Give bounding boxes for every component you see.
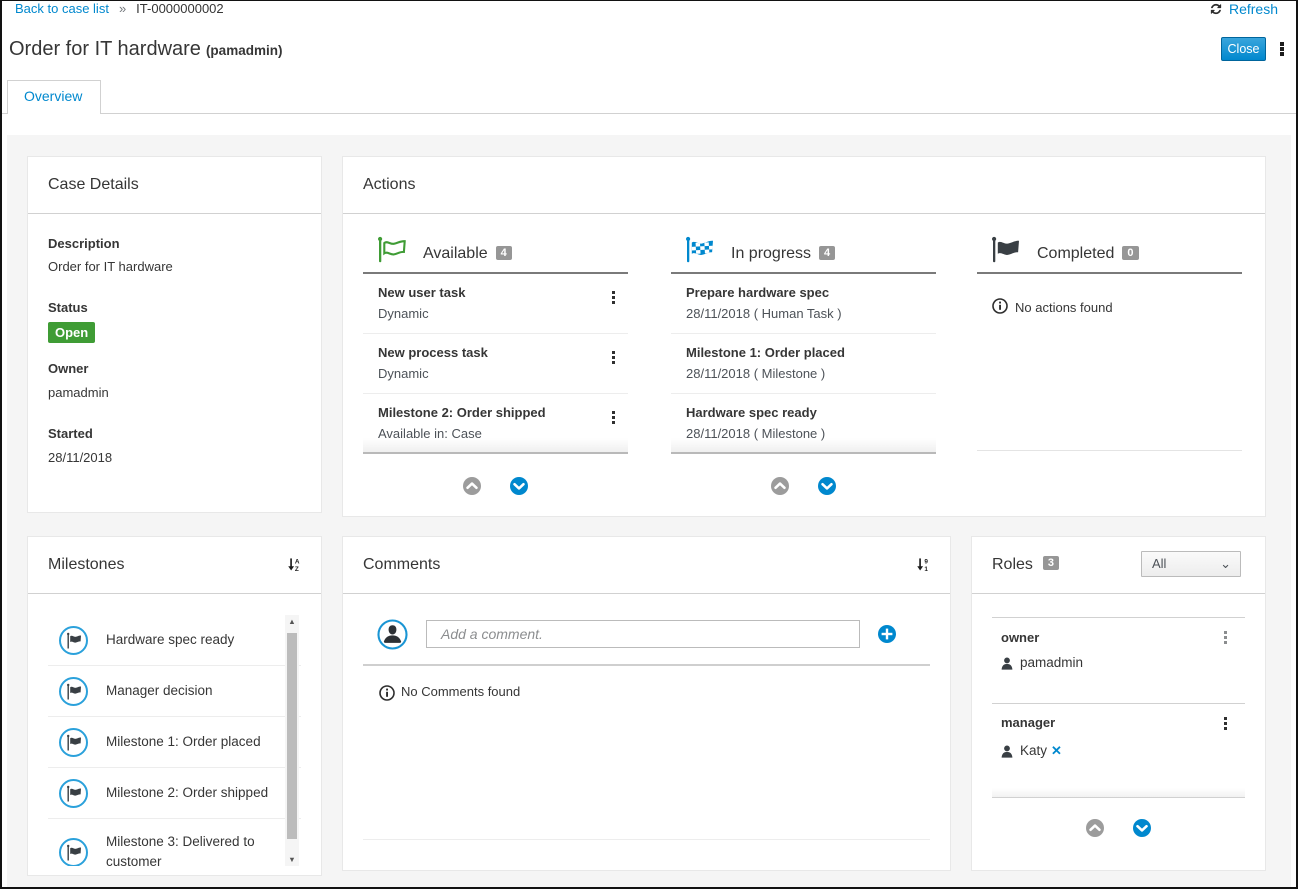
svg-text:Z: Z [295, 566, 299, 571]
svg-text:A: A [295, 559, 300, 566]
svg-text:9: 9 [924, 559, 928, 566]
svg-text:1: 1 [924, 566, 928, 571]
